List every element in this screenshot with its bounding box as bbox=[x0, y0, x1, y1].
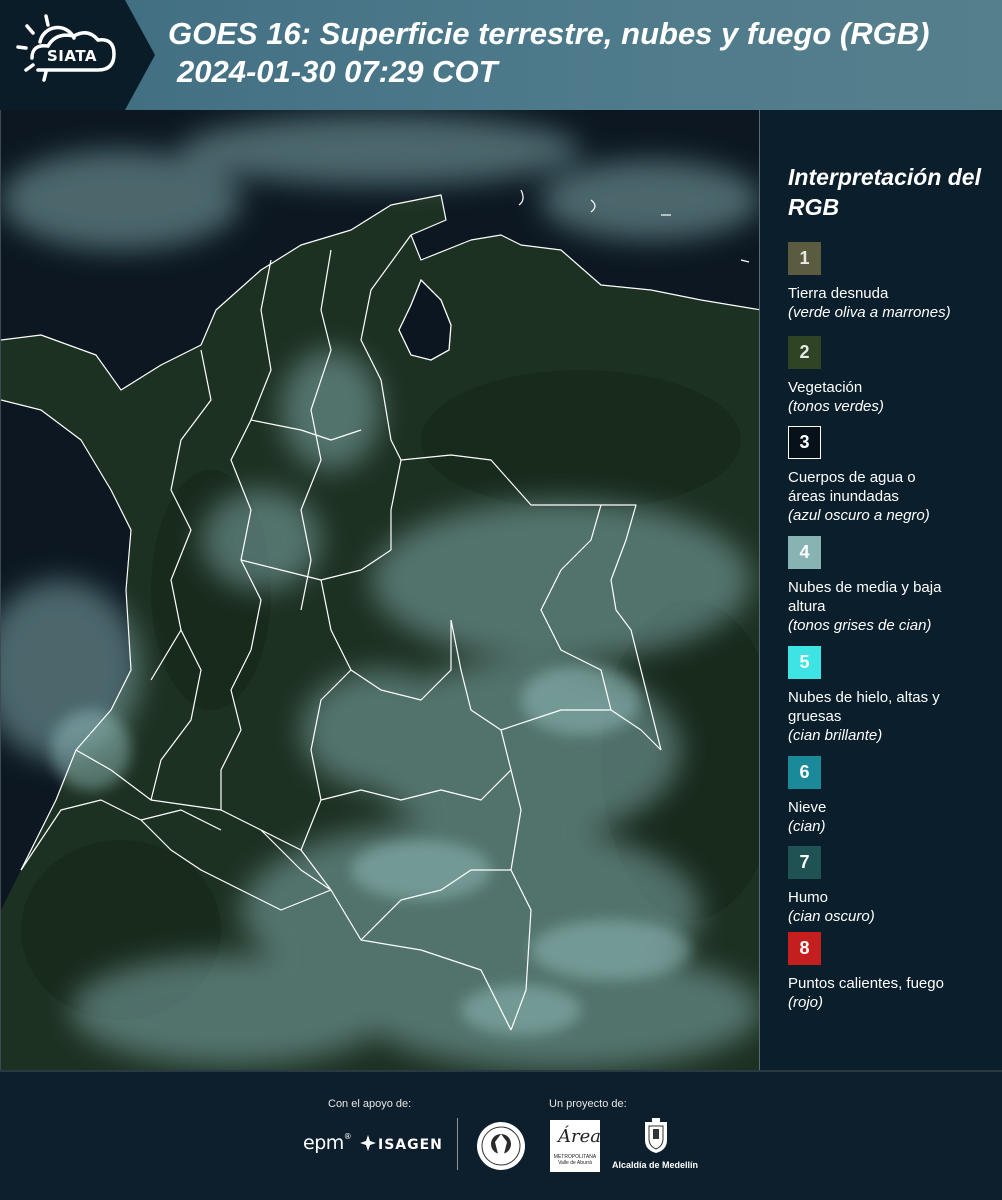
seal-logo-icon[interactable] bbox=[475, 1120, 527, 1172]
legend-swatch: 4 bbox=[788, 536, 821, 569]
legend-item: 5 Nubes de hielo, altas y gruesas (cian br… bbox=[788, 646, 998, 745]
legend-swatch: 7 bbox=[788, 846, 821, 879]
legend-item-description: (cian brillante) bbox=[788, 727, 883, 744]
legend-item-label: Nubes de media y baja altura bbox=[788, 579, 942, 615]
epm-registered-mark: ® bbox=[343, 1132, 352, 1141]
header: SIATA GOES 16: Superficie terrestre, nub… bbox=[0, 0, 1002, 110]
legend-item-label: Nieve bbox=[788, 799, 827, 816]
footer-divider bbox=[457, 1118, 458, 1170]
legend-item: 6 Nieve (cian) bbox=[788, 756, 998, 836]
project-label: Un proyecto de: bbox=[549, 1098, 627, 1110]
legend-item-description: (verde oliva a marrones) bbox=[788, 304, 951, 321]
legend-swatch: 1 bbox=[788, 242, 821, 275]
page-title: GOES 16: Superficie terrestre, nubes y f… bbox=[168, 16, 930, 51]
legend-item-label: Nubes de hielo, altas y gruesas bbox=[788, 689, 940, 725]
legend-item: 3 Cuerpos de agua o áreas inundadas (azul … bbox=[788, 426, 998, 525]
support-label: Con el apoyo de: bbox=[328, 1098, 412, 1110]
legend-item-label: Tierra desnuda bbox=[788, 285, 889, 302]
legend-swatch: 3 bbox=[788, 426, 821, 459]
isagen-logo-text: ISAGEN bbox=[378, 1137, 443, 1153]
legend-item: 4 Nubes de media y baja altura (tonos gris… bbox=[788, 536, 998, 635]
satellite-map[interactable] bbox=[0, 110, 760, 1070]
legend-item-description: (rojo) bbox=[788, 994, 824, 1011]
page-datetime: 2024-01-30 07:29 COT bbox=[177, 54, 498, 89]
legend-item-label: Cuerpos de agua o áreas inundadas bbox=[788, 469, 916, 505]
legend-item-description: (cian) bbox=[788, 818, 826, 835]
legend-item-description: (tonos verdes) bbox=[788, 398, 884, 415]
legend-item: 1 Tierra desnuda (verde oliva a marrones) bbox=[788, 242, 998, 322]
legend-item-description: (azul oscuro a negro) bbox=[788, 507, 930, 524]
legend-item-label: Puntos calientes, fuego bbox=[788, 975, 944, 992]
footer: Con el apoyo de: Un proyecto de: epm® IS… bbox=[0, 1070, 1002, 1200]
legend-swatch: 8 bbox=[788, 932, 821, 965]
legend-item: 8 Puntos calientes, fuego (rojo) bbox=[788, 932, 998, 1012]
area-metropolitana-text: METROPOLITANA Valle de Aburrá bbox=[553, 1154, 597, 1166]
siata-logo[interactable]: SIATA bbox=[0, 0, 155, 110]
legend-swatch: 5 bbox=[788, 646, 821, 679]
alcaldia-medellin-text: Alcaldía de Medellín bbox=[612, 1160, 699, 1170]
legend-item-label: Humo bbox=[788, 889, 829, 906]
legend-title: Interpretación del RGB bbox=[788, 164, 981, 220]
legend-item-description: (cian oscuro) bbox=[788, 908, 875, 925]
legend-item: 2 Vegetación (tonos verdes) bbox=[788, 336, 998, 416]
epm-logo-text: epm bbox=[303, 1132, 344, 1154]
legend-swatch: 2 bbox=[788, 336, 821, 369]
isagen-mark-icon bbox=[360, 1135, 376, 1151]
legend-swatch: 6 bbox=[788, 756, 821, 789]
medellin-shield-icon[interactable] bbox=[643, 1118, 669, 1154]
area-metropolitana-logo[interactable]: Área METROPOLITANA Valle de Aburrá bbox=[550, 1120, 601, 1172]
isagen-logo[interactable]: ISAGEN bbox=[360, 1135, 443, 1153]
satellite-rgb-image bbox=[1, 110, 759, 1070]
legend-panel: Interpretación del RGB 1 Tierra desnuda (v… bbox=[760, 110, 1002, 1072]
legend-item-description: (tonos grises de cian) bbox=[788, 617, 932, 634]
siata-logo-text: SIATA bbox=[47, 47, 98, 65]
legend-item-label: Vegetación bbox=[788, 379, 863, 396]
legend-item: 7 Humo (cian oscuro) bbox=[788, 846, 998, 926]
area-metropolitana-script: Área bbox=[558, 1126, 601, 1147]
epm-logo[interactable]: epm® bbox=[303, 1132, 352, 1154]
